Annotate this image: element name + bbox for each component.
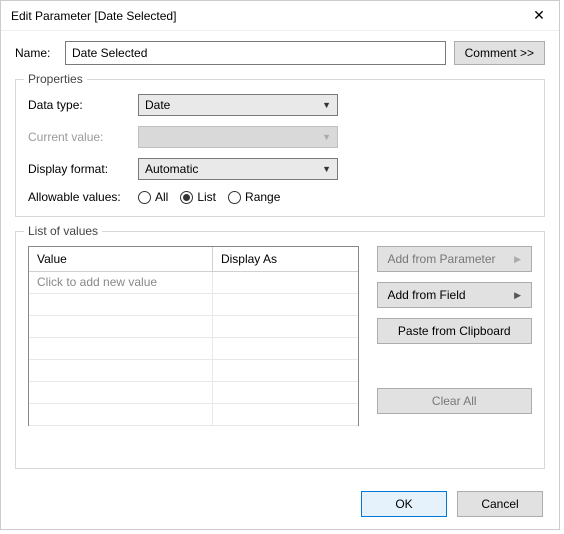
cancel-button[interactable]: Cancel (457, 491, 543, 517)
column-header-value: Value (29, 247, 213, 271)
titlebar: Edit Parameter [Date Selected] ✕ (1, 1, 559, 31)
allowable-range-label: Range (245, 190, 280, 204)
close-icon: ✕ (533, 7, 545, 24)
table-row[interactable] (29, 404, 358, 426)
window-title: Edit Parameter [Date Selected] (11, 9, 519, 23)
data-type-label: Data type: (28, 98, 128, 112)
table-row[interactable] (29, 360, 358, 382)
data-type-value: Date (145, 98, 170, 112)
list-of-values-group: List of values Value Display As Click to… (15, 231, 545, 469)
data-type-select[interactable]: Date ▼ (138, 94, 338, 116)
current-value-select: ▼ (138, 126, 338, 148)
allowable-list-radio[interactable]: List (180, 190, 216, 204)
allowable-all-label: All (155, 190, 168, 204)
add-from-field-button[interactable]: Add from Field ▶ (377, 282, 533, 308)
allowable-all-radio[interactable]: All (138, 190, 168, 204)
add-from-field-label: Add from Field (388, 288, 466, 302)
table-row[interactable] (29, 294, 358, 316)
paste-from-clipboard-label: Paste from Clipboard (398, 324, 511, 338)
close-button[interactable]: ✕ (519, 1, 559, 31)
column-header-display-as: Display As (213, 247, 358, 271)
clear-all-button: Clear All (377, 388, 533, 414)
values-table[interactable]: Value Display As Click to add new value (28, 246, 359, 426)
chevron-right-icon: ▶ (514, 290, 521, 301)
clear-all-label: Clear All (432, 394, 477, 408)
name-label: Name: (15, 46, 57, 60)
add-from-parameter-button: Add from Parameter ▶ (377, 246, 533, 272)
table-row[interactable] (29, 382, 358, 404)
display-format-select[interactable]: Automatic ▼ (138, 158, 338, 180)
list-of-values-legend: List of values (24, 224, 102, 238)
current-value-label: Current value: (28, 130, 128, 144)
table-cell (213, 272, 358, 293)
chevron-right-icon: ▶ (514, 254, 521, 265)
table-row[interactable] (29, 316, 358, 338)
ok-button[interactable]: OK (361, 491, 447, 517)
chevron-down-icon: ▼ (322, 164, 331, 174)
allowable-list-label: List (197, 190, 216, 204)
add-from-parameter-label: Add from Parameter (388, 252, 496, 266)
chevron-down-icon: ▼ (322, 100, 331, 110)
dialog-footer: OK Cancel (1, 479, 559, 529)
allowable-values-label: Allowable values: (28, 190, 128, 204)
add-value-placeholder[interactable]: Click to add new value (29, 272, 213, 293)
table-row[interactable] (29, 338, 358, 360)
edit-parameter-dialog: Edit Parameter [Date Selected] ✕ Name: C… (0, 0, 560, 530)
name-input[interactable] (65, 41, 446, 65)
display-format-value: Automatic (145, 162, 198, 176)
properties-legend: Properties (24, 72, 87, 86)
properties-group: Properties Data type: Date ▼ Current val… (15, 79, 545, 217)
paste-from-clipboard-button[interactable]: Paste from Clipboard (377, 318, 533, 344)
display-format-label: Display format: (28, 162, 128, 176)
table-row[interactable]: Click to add new value (29, 272, 358, 294)
chevron-down-icon: ▼ (322, 132, 331, 142)
allowable-range-radio[interactable]: Range (228, 190, 280, 204)
comment-button[interactable]: Comment >> (454, 41, 545, 65)
